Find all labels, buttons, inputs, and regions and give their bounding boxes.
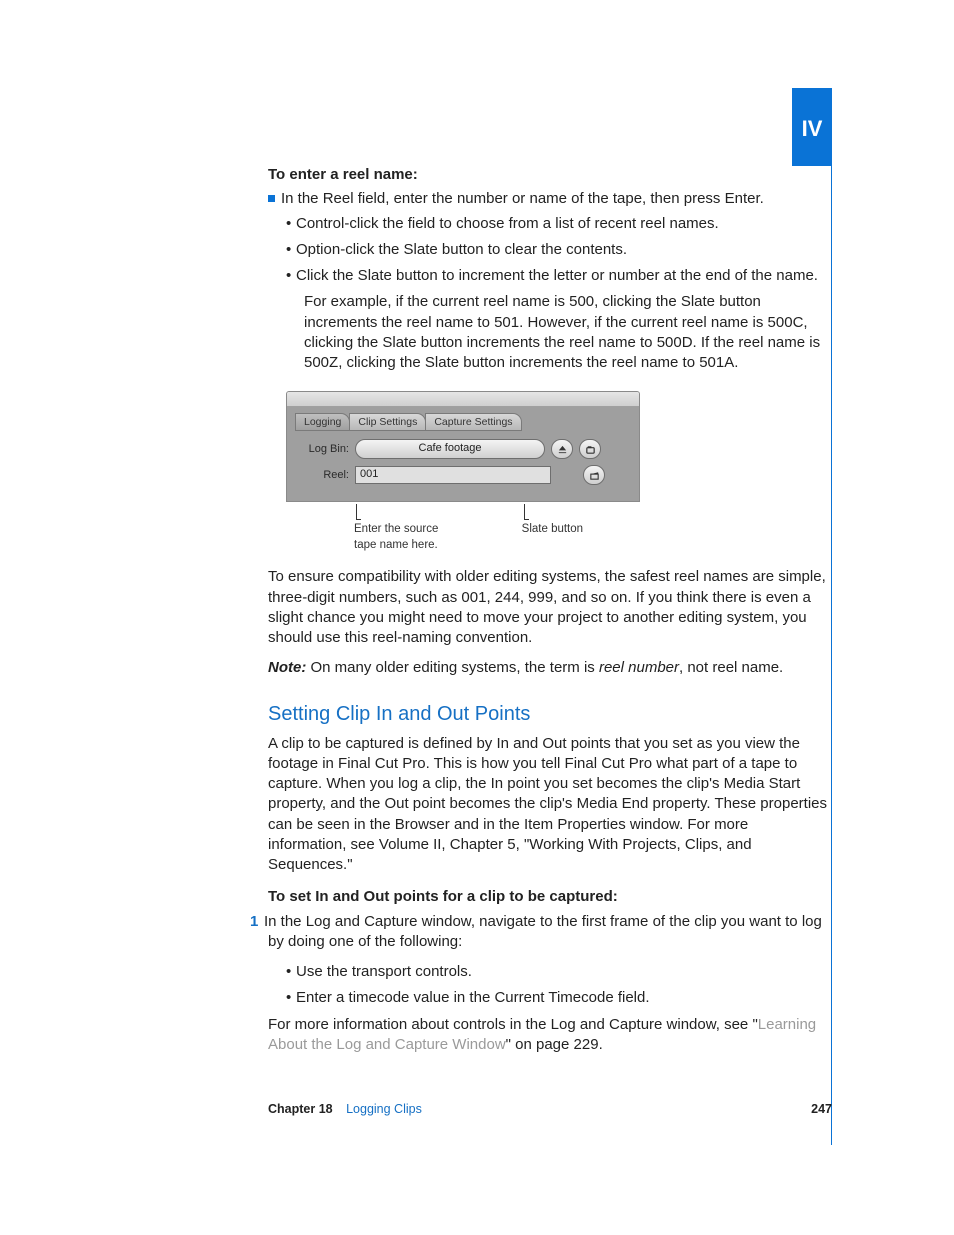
sub-bullet: •Control-click the field to choose from …: [286, 214, 828, 234]
sub-bullet: •Click the Slate button to increment the…: [286, 266, 828, 286]
callout-slate-button: Slate button: [522, 504, 640, 553]
step-number: 1: [250, 912, 264, 932]
numbered-step: 1In the Log and Capture window, navigate…: [250, 912, 828, 953]
bullet-square-icon: [268, 195, 275, 202]
sub-bullet-list: •Use the transport controls. •Enter a ti…: [268, 962, 828, 1009]
tab-capture-settings[interactable]: Capture Settings: [425, 413, 521, 431]
section-heading-setting-clip: Setting Clip In and Out Points: [268, 701, 828, 728]
bullet-dot-icon: •: [286, 240, 296, 260]
procedure-heading: To set In and Out points for a clip to b…: [268, 887, 828, 907]
sub-bullet: •Enter a timecode value in the Current T…: [286, 988, 828, 1008]
sub-bullet-text: Option-click the Slate button to clear t…: [296, 241, 627, 258]
footer-left: Chapter 18 Logging Clips: [268, 1101, 422, 1118]
callout-text: Enter the source: [354, 522, 522, 538]
window-titlebar: [287, 392, 639, 407]
sub-bullet-text: Use the transport controls.: [296, 963, 472, 980]
slate-icon-button[interactable]: [583, 465, 605, 485]
main-bullet-text: In the Reel field, enter the number or n…: [281, 190, 764, 207]
main-bullet: In the Reel field, enter the number or n…: [256, 189, 828, 209]
procedure-heading: To enter a reel name:: [268, 165, 828, 185]
reel-input[interactable]: 001: [355, 466, 551, 484]
sub-bullet-text: Click the Slate button to increment the …: [296, 267, 818, 284]
callout-text: Slate button: [522, 522, 640, 538]
note-line: Note: On many older editing systems, the…: [268, 658, 828, 678]
sub-bullet-text: Enter a timecode value in the Current Ti…: [296, 989, 650, 1006]
page-number: 247: [811, 1101, 832, 1118]
ui-screenshot: LoggingClip SettingsCapture Settings Log…: [286, 391, 640, 553]
moreinfo-before: For more information about controls in t…: [268, 1016, 758, 1033]
panel-body: LoggingClip SettingsCapture Settings Log…: [287, 407, 639, 501]
note-text: On many older editing systems, the term …: [311, 659, 599, 676]
more-info-paragraph: For more information about controls in t…: [268, 1015, 828, 1056]
logbin-label: Log Bin:: [295, 442, 355, 457]
moreinfo-after: " on page 229.: [506, 1036, 603, 1053]
note-text-after: , not reel name.: [679, 659, 783, 676]
side-rule: [831, 166, 832, 1145]
reel-label: Reel:: [295, 468, 355, 483]
reel-row: Reel: 001: [295, 465, 631, 485]
part-tab: IV: [792, 88, 832, 166]
sub-bullet-list: •Control-click the field to choose from …: [268, 214, 828, 374]
document-page: IV To enter a reel name: In the Reel fie…: [0, 0, 954, 1235]
page-footer: Chapter 18 Logging Clips 247: [268, 1101, 832, 1118]
note-label: Note:: [268, 659, 306, 676]
bullet-dot-icon: •: [286, 988, 296, 1008]
bullet-dot-icon: •: [286, 962, 296, 982]
bullet-dot-icon: •: [286, 214, 296, 234]
step-text: In the Log and Capture window, navigate …: [264, 913, 822, 950]
note-italic: reel number: [599, 659, 679, 676]
tab-clip-settings[interactable]: Clip Settings: [349, 413, 426, 431]
compatibility-paragraph: To ensure compatibility with older editi…: [268, 567, 828, 648]
callout-reel-field: Enter the source tape name here.: [354, 504, 522, 553]
ui-callouts: Enter the source tape name here. Slate b…: [286, 504, 640, 553]
sub-bullet: •Option-click the Slate button to clear …: [286, 240, 828, 260]
sub-bullet-text: Control-click the field to choose from a…: [296, 215, 719, 232]
page-content: To enter a reel name: In the Reel field,…: [268, 165, 828, 1055]
example-paragraph: For example, if the current reel name is…: [286, 292, 828, 373]
logbin-row: Log Bin: Cafe footage: [295, 439, 631, 459]
sub-bullet: •Use the transport controls.: [286, 962, 828, 982]
new-bin-icon-button[interactable]: [579, 439, 601, 459]
tab-bar: LoggingClip SettingsCapture Settings: [295, 413, 631, 431]
chapter-title: Logging Clips: [346, 1102, 422, 1116]
bullet-dot-icon: •: [286, 266, 296, 286]
section-paragraph: A clip to be captured is defined by In a…: [268, 734, 828, 876]
callout-text: tape name here.: [354, 538, 522, 554]
logbin-button[interactable]: Cafe footage: [355, 439, 545, 459]
up-arrow-icon-button[interactable]: [551, 439, 573, 459]
panel-window: LoggingClip SettingsCapture Settings Log…: [286, 391, 640, 502]
chapter-number: Chapter 18: [268, 1102, 333, 1116]
tab-logging[interactable]: Logging: [295, 413, 350, 431]
